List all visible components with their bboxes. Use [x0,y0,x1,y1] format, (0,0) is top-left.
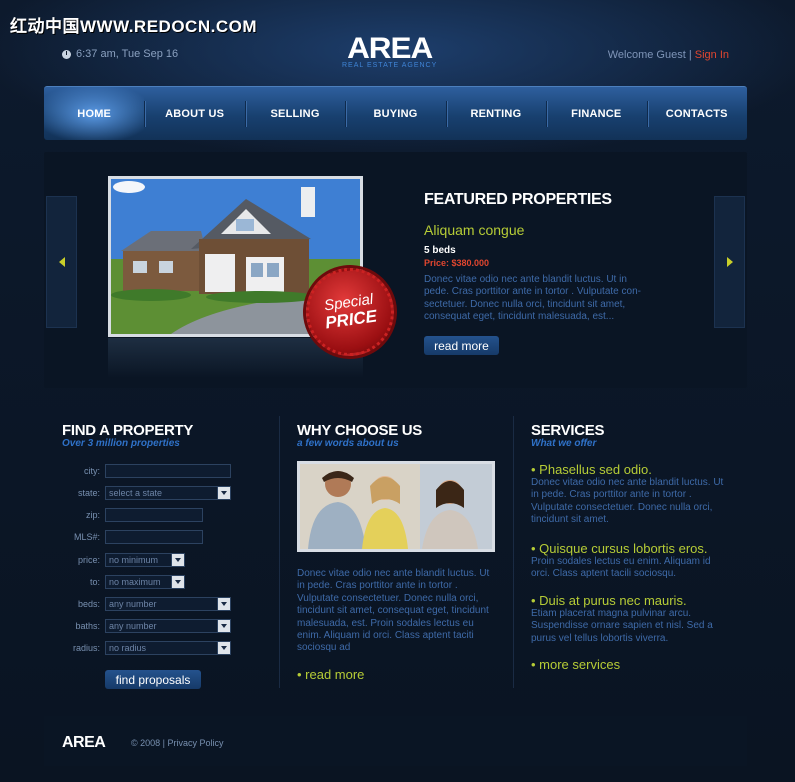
chevron-down-icon [217,620,230,632]
city-label: city: [83,466,100,476]
service-heading[interactable]: • Quisque cursus lobortis eros. [531,541,731,556]
chevron-down-icon [217,642,230,654]
city-input[interactable] [105,464,231,478]
team-photo [297,461,495,552]
nav-selling[interactable]: SELLING [244,87,345,140]
clock: 6:37 am, Tue Sep 16 [62,48,178,60]
chevron-down-icon [171,554,184,566]
chevron-down-icon [217,487,230,499]
more-services-link[interactable]: • more services [531,657,731,672]
service-text: Proin sodales lectus eu enim. Aliquam id… [531,556,711,580]
next-arrow-button[interactable] [714,196,745,328]
beds-label: beds: [77,599,100,609]
nav-buying[interactable]: BUYING [345,87,445,140]
nav-renting[interactable]: RENTING [445,87,546,140]
zip-label: zip: [85,510,100,520]
service-text: Etiam placerat magna pulvinar arcu. Susp… [531,608,713,644]
featured-panel: Special PRICE FEATURED PROPERTIES Aliqua… [44,152,747,388]
chevron-left-icon [58,257,65,267]
property-price: Price: $380.000 [424,258,490,268]
find-subtitle: Over 3 million properties [62,438,180,449]
price-to-row: to: no maximum [60,575,235,589]
chevron-right-icon [726,257,733,267]
baths-select[interactable]: any number [105,619,231,633]
footer-logo[interactable]: AREA [62,734,106,752]
state-row: state: select a state [60,486,235,500]
why-subtitle: a few words about us [297,438,399,449]
more-services: • more services [531,657,731,672]
property-beds: 5 beds [424,245,456,256]
sign-in-link[interactable]: Sign In [695,49,729,61]
chevron-down-icon [171,576,184,588]
service-heading[interactable]: • Phasellus sed odio. [531,462,731,477]
price-max-select[interactable]: no maximum [105,575,185,589]
beds-select[interactable]: any number [105,597,231,611]
service-heading[interactable]: • Duis at purus nec mauris. [531,593,731,608]
state-value: select a state [109,488,163,498]
mls-row: MLS#: [60,530,235,544]
beds-value: any number [109,599,157,609]
beds-row: beds: any number [60,597,235,611]
property-description: Donec vitae odio nec ante blandit luctus… [424,274,641,323]
baths-label: baths: [75,621,100,631]
why-read-more-link[interactable]: • read more [297,667,364,682]
mls-input[interactable] [105,530,203,544]
price-label: price: [77,555,100,565]
why-description: Donec vitae odio nec ante blandit luctus… [297,568,490,654]
logo-text: AREA [347,32,433,65]
price-min-value: no minimum [109,555,159,565]
prev-arrow-button[interactable] [46,196,77,328]
footer-copyright: © 2008 | Privacy Policy [131,738,224,748]
service-item: • Phasellus sed odio. Donec vitae odio n… [531,462,731,527]
services-title: SERVICES [531,422,605,439]
clock-icon [62,49,71,59]
read-more-button[interactable]: read more [424,336,499,355]
nav-finance[interactable]: FINANCE [546,87,646,140]
zip-row: zip: [60,508,235,522]
services-subtitle: What we offer [531,438,597,449]
main-nav: HOME ABOUT US SELLING BUYING RENTING FIN… [44,86,747,140]
team-illustration [300,464,492,549]
price-max-value: no maximum [109,577,161,587]
nav-contacts[interactable]: CONTACTS [646,87,747,140]
radius-label: radius: [72,643,100,653]
welcome-text: Welcome Guest | [607,49,692,61]
state-label: state: [77,488,100,498]
column-divider [513,416,514,688]
why-title: WHY CHOOSE US [297,422,423,439]
price-row: price: no minimum [60,553,235,567]
mls-label: MLS#: [73,532,100,542]
logo[interactable]: AREA REAL ESTATE AGENCY [342,32,437,70]
column-divider [279,416,280,688]
find-proposals-button[interactable]: find proposals [105,670,201,689]
welcome-bar: Welcome Guest | Sign In [608,49,729,61]
city-row: city: [60,464,235,478]
clock-time: 6:37 am, Tue Sep 16 [76,48,179,60]
state-select[interactable]: select a state [105,486,231,500]
chevron-down-icon [217,598,230,610]
service-item: • Duis at purus nec mauris. Etiam placer… [531,593,731,645]
baths-row: baths: any number [60,619,235,633]
property-name[interactable]: Aliquam congue [424,222,524,238]
to-label: to: [89,577,100,587]
radius-select[interactable]: no radius [105,641,231,655]
price-min-select[interactable]: no minimum [105,553,185,567]
nav-about-us[interactable]: ABOUT US [144,87,244,140]
find-title: FIND A PROPERTY [62,422,194,439]
radius-row: radius: no radius [60,641,235,655]
watermark: 红动中国WWW.REDOCN.COM [10,17,257,36]
baths-value: any number [109,621,157,631]
radius-value: no radius [109,643,147,653]
featured-title: FEATURED PROPERTIES [424,191,612,208]
zip-input[interactable] [105,508,203,522]
service-item: • Quisque cursus lobortis eros. Proin so… [531,541,731,581]
nav-home[interactable]: HOME [44,87,145,140]
service-text: Donec vitae odio nec ante blandit luctus… [531,477,724,526]
